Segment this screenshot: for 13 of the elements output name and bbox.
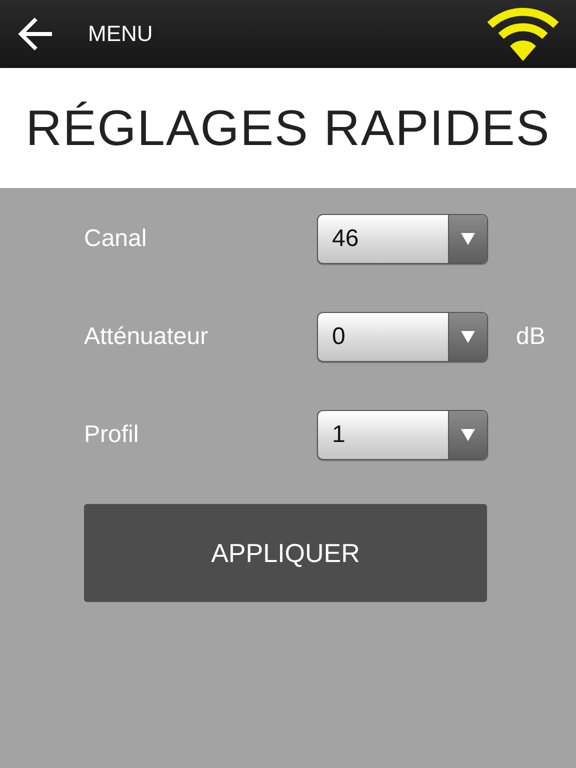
wifi-icon bbox=[486, 7, 560, 61]
page-title: RÉGLAGES RAPIDES bbox=[26, 99, 550, 157]
setting-label: Profil bbox=[84, 421, 140, 449]
setting-label: Atténuateur bbox=[84, 323, 210, 351]
apply-button[interactable]: APPLIQUER bbox=[84, 504, 487, 602]
dropdown[interactable]: 0 bbox=[317, 312, 488, 362]
setting-label: Canal bbox=[84, 225, 148, 253]
dropdown-caret-icon bbox=[461, 331, 475, 343]
dropdown[interactable]: 1 bbox=[317, 410, 488, 460]
dropdown-caret-icon bbox=[461, 233, 475, 245]
unit-label: dB bbox=[516, 323, 546, 351]
dropdown-caret-icon bbox=[461, 429, 475, 441]
dropdown[interactable]: 46 bbox=[317, 214, 488, 264]
